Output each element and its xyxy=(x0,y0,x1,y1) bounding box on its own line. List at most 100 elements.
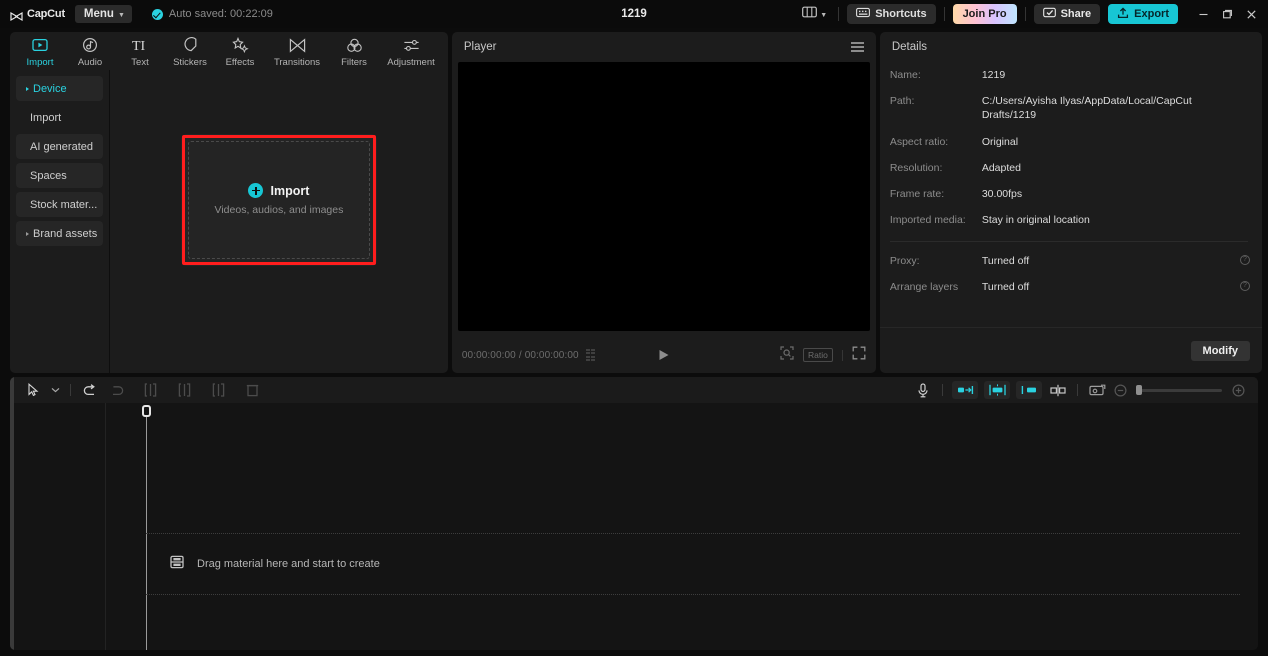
export-icon xyxy=(1117,6,1129,22)
redo-icon[interactable] xyxy=(103,379,129,401)
zoom-out-icon[interactable] xyxy=(1110,379,1130,401)
details-title: Details xyxy=(891,41,927,53)
minimize-button[interactable] xyxy=(1192,3,1214,25)
play-button[interactable] xyxy=(659,350,669,360)
detail-label: Frame rate: xyxy=(889,187,945,200)
timeline-toolbar xyxy=(10,377,1258,403)
track-in-icon[interactable] xyxy=(952,381,978,399)
sidebar-item-import[interactable]: Import xyxy=(16,105,103,130)
zoom-slider-knob[interactable] xyxy=(1136,385,1142,395)
sidebar-item-spaces[interactable]: Spaces xyxy=(16,163,103,188)
divider xyxy=(841,349,843,361)
info-icon[interactable]: ? xyxy=(1240,255,1250,266)
timeline-divider xyxy=(105,403,106,650)
share-button[interactable]: Share xyxy=(1033,4,1101,24)
maximize-button[interactable] xyxy=(1216,3,1238,25)
tab-effects[interactable]: Effects xyxy=(216,35,264,68)
sidebar-item-stock-materials[interactable]: Stock mater... xyxy=(16,192,103,217)
detail-value: Turned off xyxy=(981,281,1030,294)
sidebar-item-label: Spaces xyxy=(30,169,67,182)
microphone-icon[interactable] xyxy=(910,379,936,401)
timeline-dropzone[interactable]: Drag material here and start to create xyxy=(146,533,1240,595)
vertical-scrollbar[interactable] xyxy=(10,377,14,650)
export-label: Export xyxy=(1134,8,1169,20)
playhead[interactable] xyxy=(142,405,151,650)
chevron-down-icon[interactable] xyxy=(46,379,64,401)
detail-row-imported-media: Imported media: Stay in original locatio… xyxy=(890,213,1248,227)
panel-layout-icon xyxy=(802,5,818,23)
zoom-in-icon[interactable] xyxy=(1228,379,1248,401)
tab-text[interactable]: TI Text xyxy=(116,35,164,68)
player-header: Player xyxy=(452,32,876,62)
zoom-tool-icon[interactable] xyxy=(780,345,794,365)
layout-switch-button[interactable]: ▼ xyxy=(799,3,830,25)
player-controls: 00:00:00:00 / 00:00:00:00 Ratio xyxy=(452,337,876,373)
tab-filters[interactable]: Filters xyxy=(330,35,378,68)
audio-icon xyxy=(82,37,98,54)
shortcuts-button[interactable]: Shortcuts xyxy=(847,4,936,24)
track-out-icon[interactable] xyxy=(1016,381,1042,399)
stickers-icon xyxy=(182,37,198,54)
split-clip-icon[interactable] xyxy=(1045,379,1071,401)
split-icon[interactable] xyxy=(171,379,197,401)
modify-button[interactable]: Modify xyxy=(1190,340,1250,361)
tab-import[interactable]: Import xyxy=(16,35,64,68)
video-preview[interactable] xyxy=(457,62,870,331)
undo-icon[interactable] xyxy=(77,379,103,401)
tab-audio[interactable]: Audio xyxy=(66,35,114,68)
detail-label: Path: xyxy=(889,95,915,108)
timeline-canvas[interactable]: Drag material here and start to create xyxy=(10,403,1258,650)
app-logo: CapCut xyxy=(10,8,65,21)
media-panel: Import Audio TI Text Stickers Effects Tr… xyxy=(10,32,448,373)
app-name: CapCut xyxy=(27,8,65,20)
detail-value: C:/Users/Ayisha Ilyas/AppData/Local/CapC… xyxy=(981,95,1192,122)
select-arrow-icon[interactable] xyxy=(20,379,46,401)
media-sidebar: Device Import AI generated Spaces Stock … xyxy=(10,70,110,373)
export-button[interactable]: Export xyxy=(1108,4,1178,24)
total-time: 00:00:00:00 xyxy=(524,349,579,361)
check-circle-icon xyxy=(151,8,163,20)
text-icon: TI xyxy=(131,37,149,54)
player-title: Player xyxy=(463,41,497,53)
fullscreen-icon[interactable] xyxy=(852,346,866,365)
playhead-handle[interactable] xyxy=(142,405,151,417)
split-right-icon[interactable] xyxy=(205,379,231,401)
ratio-button[interactable]: Ratio xyxy=(803,348,833,362)
menu-button[interactable]: Menu ▼ xyxy=(74,5,132,23)
import-label: Import xyxy=(270,183,310,198)
hamburger-icon[interactable] xyxy=(850,42,864,52)
player-panel: Player 00:00:00:00 / 00:00:00:00 Ratio xyxy=(451,32,876,373)
tab-transitions[interactable]: Transitions xyxy=(266,35,328,68)
detail-row-resolution: Resolution: Adapted xyxy=(890,161,1248,175)
keyboard-icon xyxy=(856,7,871,21)
window-controls xyxy=(1192,3,1262,25)
svg-text:TI: TI xyxy=(132,39,146,53)
track-mid-icon[interactable] xyxy=(984,381,1010,399)
import-cta: Import xyxy=(248,183,309,198)
sidebar-item-device[interactable]: Device xyxy=(16,76,103,101)
zoom-slider[interactable] xyxy=(1136,385,1222,395)
delete-icon[interactable] xyxy=(239,379,265,401)
join-pro-button[interactable]: Join Pro xyxy=(952,4,1017,24)
current-time: 00:00:00:00 xyxy=(461,349,516,361)
chevron-down-icon: ▼ xyxy=(117,11,125,19)
sidebar-item-label: AI generated xyxy=(30,140,93,153)
import-dropzone[interactable]: Import Videos, audios, and images xyxy=(180,133,377,266)
sidebar-item-brand-assets[interactable]: Brand assets xyxy=(16,221,103,246)
capcut-logo-icon xyxy=(10,9,23,21)
split-left-icon[interactable] xyxy=(137,379,163,401)
autosave-status: Auto saved: 00:22:09 xyxy=(151,8,273,20)
tab-stickers[interactable]: Stickers xyxy=(166,35,214,68)
shortcuts-label: Shortcuts xyxy=(875,8,927,20)
detail-value: Adapted xyxy=(981,161,1021,174)
tab-label: Audio xyxy=(77,56,103,68)
grid-icon[interactable] xyxy=(585,349,596,361)
sidebar-item-ai-generated[interactable]: AI generated xyxy=(16,134,103,159)
close-button[interactable] xyxy=(1240,3,1262,25)
tab-label: Text xyxy=(131,56,149,68)
preview-card-icon[interactable] xyxy=(1084,379,1110,401)
title-bar: CapCut Menu ▼ Auto saved: 00:22:09 1219 xyxy=(0,0,1268,28)
info-icon[interactable]: ? xyxy=(1240,281,1250,292)
tab-label: Adjustment xyxy=(387,56,435,68)
tab-adjustment[interactable]: Adjustment xyxy=(380,35,442,68)
